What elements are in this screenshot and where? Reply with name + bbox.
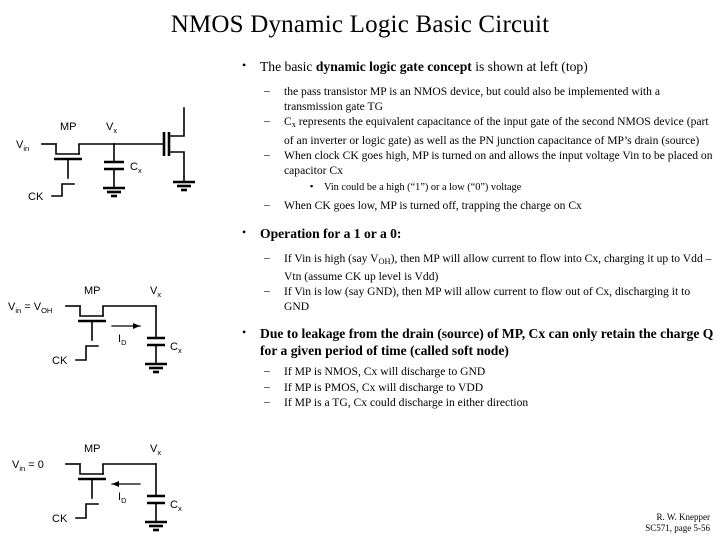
label-cx-bot: Cx	[170, 499, 182, 513]
bullet-marker-l2: –	[264, 379, 270, 393]
bullet-level1-concept: • The basic dynamic logic gate concept i…	[222, 58, 714, 75]
bullet-level1-leakage: • Due to leakage from the drain (source)…	[222, 325, 714, 359]
bullet-marker-l3: ▪	[310, 181, 314, 192]
bullet-level2-vin-low: – If Vin is low (say GND), then MP will …	[222, 284, 714, 314]
bullet-text: When CK goes low, MP is turned off, trap…	[284, 199, 582, 213]
label-cx-top: Cx	[130, 161, 142, 175]
label-id-bot: ID	[118, 491, 127, 505]
label-vin-top: Vin	[16, 139, 29, 153]
bullet-marker-l1: •	[242, 224, 247, 239]
label-vin-mid: Vin = VOH	[8, 301, 52, 315]
footer-reference: SC571, page 5-56	[645, 523, 710, 533]
label-id-mid: ID	[118, 333, 127, 347]
bullet-text: If MP is PMOS, Cx will discharge to VDD	[284, 380, 484, 394]
circuit-svg-bot: Vin = 0 MP Vx Cx CK ID	[12, 443, 182, 532]
label-vx-top: Vx	[106, 121, 117, 135]
bullet-text: Vin could be a high (“1”) or a low (“0”)…	[324, 182, 522, 194]
bullet-marker-l2: –	[264, 394, 270, 408]
label-ck-mid: CK	[52, 355, 68, 367]
footer-attribution: R. W. Knepper SC571, page 5-56	[645, 512, 710, 534]
bullet-text-pre: If Vin is high (say V	[284, 251, 379, 265]
circuit-svg-top: Vin MP Vx Cx CK	[16, 107, 195, 203]
slide-root: NMOS Dynamic Logic Basic Circuit Vin MP …	[0, 0, 720, 540]
bullet-marker-l2: –	[264, 147, 270, 161]
bullet-text-tail: is shown at left (top)	[471, 59, 588, 74]
bullet-text-bold: dynamic logic gate concept	[315, 59, 472, 74]
label-ck-top: CK	[28, 191, 44, 203]
bullet-text: If MP is NMOS, Cx will discharge to GND	[284, 365, 486, 379]
circuit-svg-mid: Vin = VOH MP Vx Cx CK ID	[8, 285, 182, 374]
label-vx-bot: Vx	[150, 443, 161, 457]
label-mp-bot: MP	[84, 443, 101, 455]
bullet-text: Operation for a 1 or a 0:	[260, 225, 402, 241]
bullet-text: If Vin is low (say GND), then MP will al…	[284, 284, 691, 314]
bullet-level2-nmos-discharge: – If MP is NMOS, Cx will discharge to GN…	[222, 364, 714, 379]
bullet-text: Due to leakage from the drain (source) o…	[260, 326, 714, 359]
bullet-marker-l2: –	[264, 250, 270, 264]
bullet-level2-vin-high: – If Vin is high (say VOH), then MP will…	[222, 251, 714, 284]
label-vin-bot: Vin = 0	[12, 459, 44, 473]
page-title: NMOS Dynamic Logic Basic Circuit	[170, 11, 550, 38]
bullet-marker-l2: –	[264, 198, 270, 212]
subscript-oh: OH	[378, 256, 391, 266]
bullet-text-post: represents the equivalent capacitance of…	[284, 115, 709, 147]
label-vx-mid: Vx	[150, 285, 161, 299]
circuit-diagram-charging: Vin = VOH MP Vx Cx CK ID	[4, 278, 216, 390]
bullet-marker-l2: –	[264, 364, 270, 378]
bullet-level2-pass-transistor: – the pass transistor MP is an NMOS devi…	[222, 84, 714, 114]
circuit-diagram-basic: Vin MP Vx Cx CK	[4, 100, 216, 212]
slide-body: • The basic dynamic logic gate concept i…	[222, 58, 714, 410]
bullet-level2-ck-low: – When CK goes low, MP is turned off, tr…	[222, 198, 714, 213]
bullet-marker-l2: –	[264, 84, 270, 97]
footer-author: R. W. Knepper	[656, 512, 711, 522]
bullet-marker-l2: –	[264, 114, 270, 128]
bullet-text-pre: C	[284, 115, 292, 129]
bullet-marker-l1: •	[242, 58, 247, 72]
bullet-level1-operation: • Operation for a 1 or a 0:	[222, 225, 714, 242]
bullet-text: the pass transistor MP is an NMOS device…	[284, 85, 660, 114]
label-mp-mid: MP	[84, 285, 101, 297]
bullet-level2-tg-discharge: – If MP is a TG, Cx could discharge in e…	[222, 395, 714, 410]
bullet-text-lead: The basic	[260, 59, 316, 74]
bullet-level2-pmos-discharge: – If MP is PMOS, Cx will discharge to VD…	[222, 380, 714, 395]
bullet-level2-cx-capacitance: – Cx represents the equivalent capacitan…	[222, 114, 714, 147]
label-ck-bot: CK	[52, 513, 68, 525]
bullet-text: When clock CK goes high, MP is turned on…	[284, 148, 713, 178]
bullet-marker-l1: •	[242, 325, 247, 340]
circuit-diagram-discharging: Vin = 0 MP Vx Cx CK ID	[4, 440, 216, 540]
bullet-level2-ck-high: – When clock CK goes high, MP is turned …	[222, 148, 714, 178]
bullet-marker-l2: –	[264, 283, 270, 297]
label-cx-mid: Cx	[170, 341, 182, 355]
label-mp-top: MP	[60, 121, 77, 133]
bullet-level3-vin-levels: ▪ Vin could be a high (“1”) or a low (“0…	[222, 181, 714, 195]
bullet-text: If MP is a TG, Cx could discharge in eit…	[284, 395, 529, 409]
